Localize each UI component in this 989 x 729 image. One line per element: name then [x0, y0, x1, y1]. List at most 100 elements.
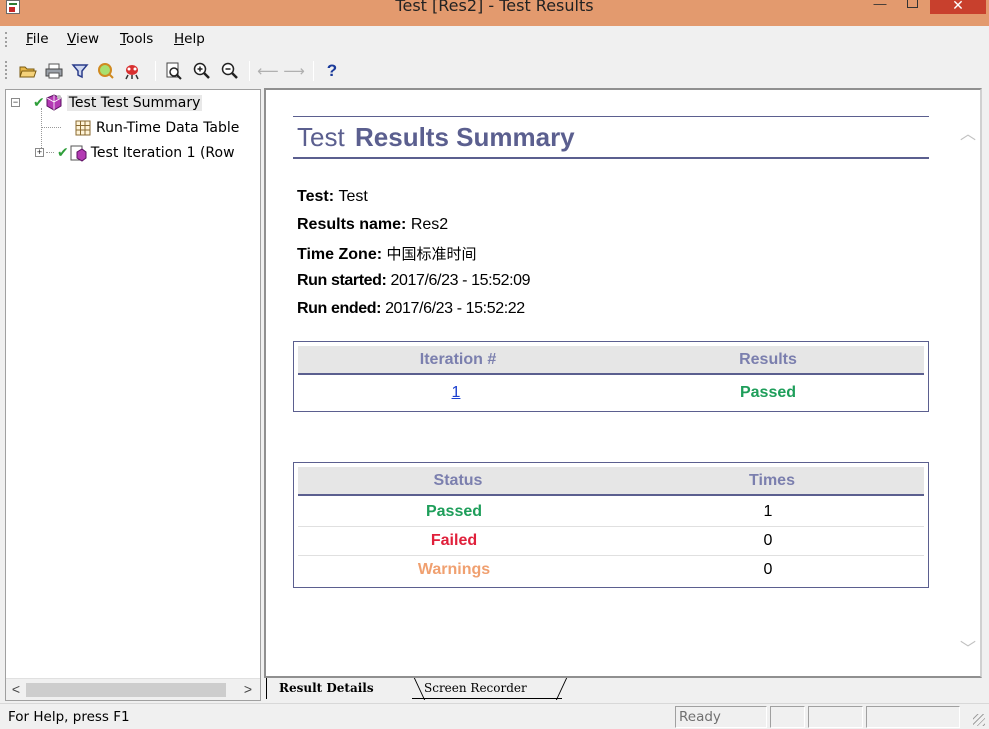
tree-item-data-table[interactable]: Run-Time Data Table — [74, 118, 239, 138]
status-state: Ready — [675, 706, 767, 728]
scroll-thumb[interactable] — [26, 683, 226, 697]
status-table: Status Times Passed 1 Failed 0 Warnings … — [293, 462, 929, 588]
status-help-text: For Help, press F1 — [8, 709, 130, 725]
scroll-up-icon[interactable]: ︿ — [960, 120, 976, 144]
tree-connector — [41, 127, 61, 128]
minimize-button[interactable]: — — [866, 0, 894, 12]
table-header: Iteration # Results — [298, 346, 924, 375]
tab-screen-recorder[interactable]: Screen Recorder — [412, 678, 562, 699]
column-header: Status — [433, 472, 483, 489]
field-label: Results name — [297, 216, 402, 233]
field-results-name: Results name: Res2 — [297, 216, 448, 234]
passed-check-icon: ✔ — [57, 145, 69, 161]
iterations-table: Iteration # Results 1 Passed — [293, 341, 929, 412]
tree-collapse-toggle[interactable]: − — [11, 98, 20, 107]
content-vertical-scrollbar[interactable]: ︿ ﹀ — [956, 90, 980, 676]
iteration-result: Passed — [739, 384, 797, 401]
field-value: 中国标准时间 — [386, 245, 477, 263]
row-divider — [298, 555, 924, 556]
toolbar-separator — [249, 61, 250, 81]
tree-connector — [46, 152, 54, 153]
status-label: Passed — [425, 503, 483, 520]
field-separator: : — [328, 188, 339, 205]
iteration-link[interactable]: 1 — [436, 384, 476, 402]
help-icon[interactable]: ? — [322, 61, 342, 81]
tree-connector — [41, 108, 42, 152]
tree-expand-toggle[interactable]: + — [35, 148, 44, 157]
field-label: Run started — [297, 272, 382, 289]
zoom-in-icon[interactable] — [192, 61, 212, 81]
menu-file[interactable]: File — [26, 31, 49, 47]
menu-view[interactable]: View — [67, 31, 99, 47]
field-label: Test — [297, 188, 329, 205]
status-pane — [808, 706, 863, 728]
status-label: Warnings — [417, 561, 491, 578]
tree-item-iteration[interactable]: ✔ Test Iteration 1 (Row — [57, 143, 235, 163]
tree-item-label: Run-Time Data Table — [96, 120, 240, 136]
toolbar-separator — [313, 61, 314, 81]
results-tree[interactable]: − ✔ Test Test Summary Run-Time Data Tabl… — [5, 89, 261, 701]
toolbar-separator — [155, 61, 156, 81]
field-label: Time Zone — [297, 246, 377, 263]
column-header: Results — [739, 351, 797, 368]
title-bar: Test [Res2] - Test Results — ✕ — [0, 0, 989, 26]
close-button[interactable]: ✕ — [930, 0, 986, 14]
field-value: Res2 — [410, 216, 449, 233]
iteration-icon — [69, 144, 87, 162]
bug-icon[interactable] — [122, 61, 142, 81]
field-value: 2017/6/23 - 15:52:09 — [390, 272, 531, 289]
tree-item-summary[interactable]: ✔ Test Test Summary — [33, 93, 203, 113]
data-table-icon — [74, 119, 92, 137]
column-header: Times — [749, 472, 795, 489]
field-separator: : — [376, 246, 387, 263]
field-run-ended: Run ended: 2017/6/23 - 15:52:22 — [297, 300, 525, 318]
test-summary-icon — [45, 94, 63, 112]
tree-horizontal-scrollbar[interactable]: < > — [6, 678, 260, 700]
status-label: Failed — [430, 532, 478, 549]
resize-grip[interactable] — [973, 714, 985, 726]
scroll-left-button[interactable]: < — [8, 681, 24, 697]
maximize-button[interactable] — [898, 0, 926, 12]
menu-tools[interactable]: Tools — [120, 31, 153, 47]
window-title: Test [Res2] - Test Results — [395, 0, 594, 15]
zoom-out-icon[interactable] — [220, 61, 240, 81]
menubar-grip[interactable] — [5, 32, 8, 47]
passed-check-icon: ✔ — [33, 95, 45, 111]
bottom-tabs: Result Details Screen Recorder — [266, 678, 982, 700]
tab-result-details[interactable]: Result Details — [266, 678, 412, 699]
scroll-down-icon[interactable]: ﹀ — [960, 635, 976, 659]
field-time-zone: Time Zone: 中国标准时间 — [297, 243, 477, 264]
row-divider — [298, 526, 924, 527]
report-heading: Test Results Summary — [293, 116, 929, 159]
column-header: Iteration # — [419, 351, 497, 368]
forward-arrow-icon[interactable]: ⟶ — [283, 61, 305, 81]
open-folder-icon[interactable] — [18, 61, 38, 81]
field-value: 2017/6/23 - 15:52:22 — [385, 300, 525, 317]
report-content: Test Results Summary Test: Test Results … — [266, 90, 956, 676]
filter-icon[interactable] — [70, 61, 90, 81]
tree-item-label: Test Iteration 1 (Row — [90, 145, 235, 161]
back-arrow-icon[interactable]: ⟵ — [257, 61, 279, 81]
status-bar: For Help, press F1 Ready — [0, 703, 989, 729]
field-value: Test — [338, 188, 368, 205]
find-icon[interactable] — [96, 61, 116, 81]
toolbar: ⟵ ⟶ ? — [0, 53, 360, 87]
menu-bar: File View Tools Help — [0, 26, 989, 53]
toolbar-grip[interactable] — [5, 61, 8, 79]
field-separator: : — [376, 300, 386, 317]
heading-title: Results Summary — [355, 122, 575, 152]
find-page-icon[interactable] — [164, 61, 184, 81]
status-count: 1 — [763, 503, 773, 520]
field-separator: : — [401, 216, 411, 233]
menu-help[interactable]: Help — [174, 31, 205, 47]
maximize-icon — [906, 0, 918, 8]
result-details-pane: Test Results Summary Test: Test Results … — [264, 88, 982, 678]
status-pane — [866, 706, 960, 728]
field-label: Run ended — [297, 300, 377, 317]
status-pane — [770, 706, 805, 728]
scroll-right-button[interactable]: > — [240, 681, 256, 697]
table-header: Status Times — [298, 467, 924, 496]
heading-prefix: Test — [297, 122, 345, 152]
print-icon[interactable] — [44, 61, 64, 81]
status-count: 0 — [763, 561, 773, 578]
